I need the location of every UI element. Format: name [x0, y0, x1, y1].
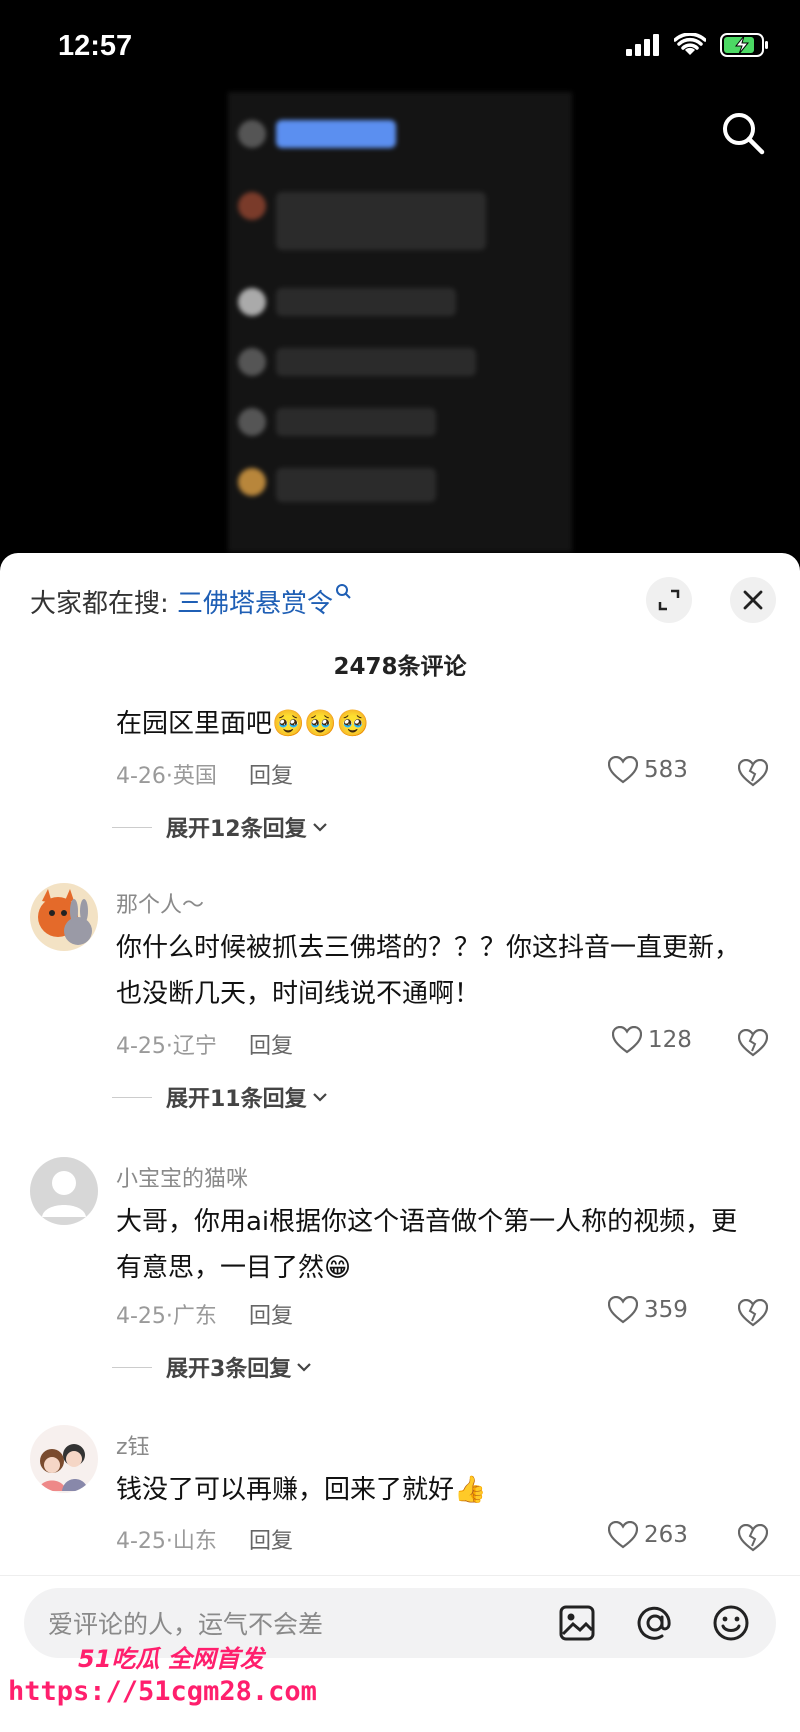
- dislike-broken-heart-icon[interactable]: [738, 1524, 768, 1552]
- divider-line: [112, 826, 152, 828]
- status-icons: [626, 32, 770, 58]
- search-suggestion[interactable]: 大家都在搜: 三佛塔悬赏令: [30, 583, 351, 620]
- like-count: 263: [644, 1522, 688, 1548]
- comment-author[interactable]: 那个人～: [116, 887, 204, 919]
- voice-message-bubble: [276, 468, 436, 502]
- comment-date-location: 4-25·广东: [116, 1304, 217, 1329]
- like-button[interactable]: 359: [608, 1296, 688, 1324]
- avatar[interactable]: [30, 883, 98, 951]
- reply-button[interactable]: 回复: [249, 1034, 293, 1059]
- reply-button[interactable]: 回复: [249, 1529, 293, 1554]
- expand-button[interactable]: [646, 577, 692, 623]
- dislike-broken-heart-icon[interactable]: [738, 759, 768, 787]
- comment-text: 在园区里面吧🥹🥹🥹: [116, 709, 370, 739]
- search-icon[interactable]: [720, 110, 766, 156]
- avatar: [238, 408, 266, 436]
- reply-button[interactable]: 回复: [249, 764, 293, 789]
- expand-icon: [658, 589, 680, 611]
- battery-charging-icon: [720, 33, 768, 57]
- watermark-line1: 51吃瓜 全网首发: [78, 1645, 264, 1673]
- chat-bubble: [276, 120, 396, 148]
- status-time: 12:57: [58, 30, 133, 62]
- chevron-down-icon: [297, 1363, 312, 1372]
- chat-bubble: [276, 408, 436, 436]
- chat-bubble: [276, 288, 456, 316]
- avatar: [238, 468, 266, 496]
- chat-bubble: [276, 348, 476, 376]
- comment-date-location: 4-26·英国: [116, 764, 217, 789]
- watermark-url: https://51cgm28.com: [8, 1676, 317, 1707]
- chevron-down-icon: [312, 823, 327, 832]
- status-bar: 12:57: [0, 0, 800, 92]
- mention-at-icon[interactable]: [636, 1604, 674, 1642]
- comment-meta: 4-25·辽宁 回复: [116, 1028, 293, 1060]
- like-button[interactable]: 128: [612, 1026, 692, 1054]
- dislike-broken-heart-icon[interactable]: [738, 1029, 768, 1057]
- avatar[interactable]: [30, 1157, 98, 1225]
- heart-icon: [608, 1521, 638, 1549]
- wifi-icon: [674, 33, 706, 55]
- comment-date-location: 4-25·山东: [116, 1529, 217, 1554]
- suggestion-keyword-link[interactable]: 三佛塔悬赏令: [177, 589, 333, 619]
- suggestion-prefix: 大家都在搜:: [30, 589, 169, 619]
- avatar: [238, 288, 266, 316]
- divider-line: [112, 1096, 152, 1098]
- image-icon[interactable]: [558, 1604, 596, 1642]
- like-button[interactable]: 583: [608, 756, 688, 784]
- like-button[interactable]: 263: [608, 1521, 688, 1549]
- comment-count: 2478条评论: [333, 654, 467, 680]
- emoji-icon[interactable]: [712, 1604, 750, 1642]
- comment-meta: 4-25·广东 回复: [116, 1298, 293, 1330]
- avatar: [238, 348, 266, 376]
- comment-date-location: 4-25·辽宁: [116, 1034, 217, 1059]
- dislike-broken-heart-icon[interactable]: [738, 1299, 768, 1327]
- fox-rabbit-avatar-image: [38, 889, 92, 945]
- comment-text: 钱没了可以再赚，回来了就好👍: [116, 1475, 487, 1505]
- couple-avatar-image: [38, 1444, 88, 1491]
- comment-author[interactable]: 小宝宝的猫咪: [116, 1161, 248, 1193]
- expand-replies-label: 展开12条回复: [166, 817, 307, 842]
- comment-text: 大哥，你用ai根据你这个语音做个第一人称的视频，更有意思，一目了然😁: [116, 1207, 738, 1283]
- expand-replies-button[interactable]: 展开11条回复: [112, 1081, 329, 1113]
- video-player[interactable]: [0, 92, 800, 552]
- search-small-icon: [336, 584, 351, 599]
- blurred-video-frame: [228, 92, 572, 552]
- expand-replies-button[interactable]: 展开12条回复: [112, 811, 329, 843]
- watermark: 51吃瓜 全网首发 https://51cgm28.com: [8, 1639, 317, 1707]
- reply-button[interactable]: 回复: [249, 1304, 293, 1329]
- comment-author[interactable]: z钰: [116, 1429, 150, 1461]
- close-button[interactable]: [730, 577, 776, 623]
- comment-text: 你什么时候被抓去三佛塔的？？？你这抖音一直更新，也没断几天，时间线说不通啊！: [116, 933, 741, 1009]
- heart-icon: [608, 1296, 638, 1324]
- like-count: 583: [644, 757, 688, 783]
- like-count: 359: [644, 1297, 688, 1323]
- chat-bubble: [276, 192, 486, 250]
- signal-icon: [626, 34, 659, 56]
- avatar: [238, 192, 266, 220]
- divider-line: [112, 1366, 152, 1368]
- expand-replies-label: 展开11条回复: [166, 1087, 307, 1112]
- avatar[interactable]: [30, 1425, 98, 1493]
- expand-replies-button[interactable]: 展开3条回复: [112, 1351, 313, 1383]
- comment-sheet: 大家都在搜: 三佛塔悬赏令 2478条评论 在园区里面吧🥹🥹🥹 4-26·英国回…: [0, 553, 800, 1731]
- comment-meta: 4-25·山东 回复: [116, 1523, 293, 1555]
- expand-replies-label: 展开3条回复: [166, 1357, 292, 1382]
- avatar: [238, 120, 266, 148]
- comment-meta: 4-26·英国 回复: [116, 758, 293, 790]
- default-avatar-icon: [42, 1171, 86, 1217]
- close-icon: [743, 590, 763, 610]
- chevron-down-icon: [312, 1093, 327, 1102]
- heart-icon: [608, 756, 638, 784]
- heart-icon: [612, 1026, 642, 1054]
- like-count: 128: [648, 1027, 692, 1053]
